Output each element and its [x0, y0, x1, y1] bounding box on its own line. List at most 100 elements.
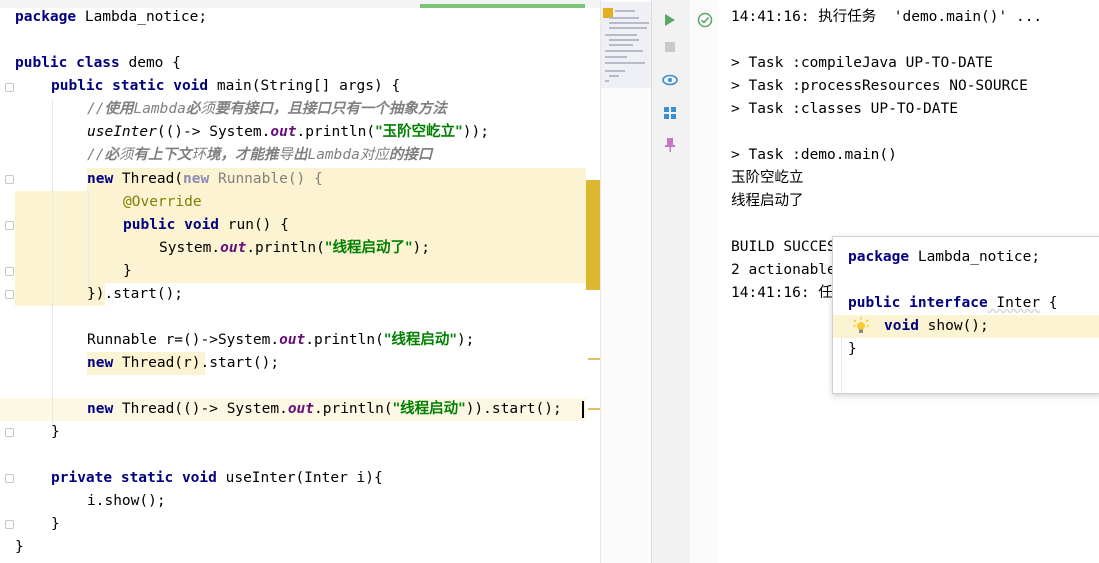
code-text: System.: [159, 240, 221, 256]
code-text: .println(: [314, 401, 393, 417]
fold-marker[interactable]: [5, 474, 14, 483]
code-line[interactable]: new Thread(r).start();: [87, 352, 279, 375]
eye-icon[interactable]: [660, 70, 680, 90]
comment-text: Lambda: [307, 147, 360, 163]
minimap-line: [605, 50, 643, 52]
annotation[interactable]: @Override: [123, 191, 202, 214]
comment-slashes: //: [87, 101, 105, 117]
code-line[interactable]: useInter(()-> System.out.println("玉阶空屹立"…: [87, 121, 489, 144]
code-text: Runnable() {: [209, 171, 323, 187]
code-line[interactable]: }).start();: [87, 283, 183, 306]
fold-marker[interactable]: [5, 175, 14, 184]
comment-text: 环: [191, 147, 206, 163]
fold-marker[interactable]: [5, 267, 14, 276]
scroll-thumb[interactable]: [586, 180, 600, 290]
code-text: Runnable r=()->System.: [87, 332, 280, 348]
keyword: package: [848, 249, 910, 265]
comment-text: 必: [185, 101, 201, 117]
console-output-line: 线程启动了: [731, 193, 804, 209]
text-caret: [582, 401, 584, 418]
static-field: out: [287, 401, 315, 417]
fold-marker[interactable]: [5, 221, 14, 230]
stripe-marker[interactable]: [588, 408, 600, 410]
code-text: {: [1040, 295, 1058, 311]
stripe-marker[interactable]: [588, 358, 600, 360]
console-output-line: 玉阶空屹立: [731, 170, 804, 186]
code-line: }: [848, 341, 857, 357]
keyword: public class: [15, 55, 120, 71]
code-text: Thread(()-> System.: [113, 401, 288, 417]
method-signature: run() {: [219, 217, 289, 233]
string-literal: "线程启动了": [324, 240, 413, 256]
string-literal: "线程启动": [392, 401, 466, 417]
interface-name: Inter: [987, 295, 1041, 311]
comment-text: 要有接口，且接口只有一个抽象方法: [214, 101, 447, 117]
method-call: useInter: [87, 124, 157, 140]
minimap-line: [605, 62, 645, 64]
code-editor[interactable]: package Lambda_notice; public class demo…: [0, 0, 600, 563]
comment-text: 境，才能推: [205, 147, 279, 163]
fold-marker[interactable]: [5, 428, 14, 437]
code-line[interactable]: private static void useInter(Inter i){: [51, 467, 383, 490]
comment-text: 出: [292, 147, 308, 163]
code-line[interactable]: public static void main(String[] args) {: [51, 75, 400, 98]
code-line[interactable]: new Thread(()-> System.out.println("线程启动…: [87, 398, 562, 421]
code-line[interactable]: public void run() {: [123, 214, 289, 237]
indent-guide: [52, 100, 53, 430]
code-text: .println(: [246, 240, 325, 256]
code-text: Thread(r).start();: [113, 355, 280, 371]
layout-icon[interactable]: [660, 103, 680, 123]
code-line[interactable]: i.show();: [87, 490, 166, 513]
code-line[interactable]: new Thread(new Runnable() {: [87, 168, 323, 191]
console-line: 14:41:16: 任: [731, 285, 833, 301]
indent-guide: [841, 337, 842, 393]
code-line[interactable]: }: [123, 260, 132, 283]
minimap-line: [609, 44, 633, 46]
code-minimap[interactable]: [600, 0, 651, 563]
fold-marker[interactable]: [5, 83, 14, 92]
keyword: new: [87, 401, 114, 417]
console-line: BUILD SUCCES: [731, 239, 836, 255]
code-line[interactable]: package Lambda_notice;: [15, 6, 207, 29]
fold-marker[interactable]: [5, 290, 14, 299]
error-stripe[interactable]: [586, 10, 600, 563]
comment-line[interactable]: //必须有上下文环境，才能推导出Lambda对应的接口: [87, 144, 432, 167]
string-literal: "线程启动": [383, 332, 457, 348]
code-line[interactable]: }: [51, 513, 60, 536]
code-line[interactable]: public class demo {: [15, 52, 181, 75]
method-signature: main(String[] args) {: [208, 78, 401, 94]
code-text: .println(: [305, 332, 384, 348]
console-line: > Task :processResources NO-SOURCE: [731, 78, 1028, 94]
pin-icon[interactable]: [660, 135, 680, 155]
quick-definition-popup[interactable]: package Lambda_notice; public interface …: [832, 236, 1099, 394]
run-status-column: [690, 0, 719, 563]
comment-text: Lambda: [133, 101, 186, 117]
console-line: 2 actionable: [731, 262, 836, 278]
code-line[interactable]: System.out.println("线程启动了");: [159, 237, 430, 260]
comment-text: 导: [278, 147, 293, 163]
minimap-line: [605, 70, 625, 72]
lightbulb-icon[interactable]: [853, 317, 869, 339]
minimap-line: [609, 22, 649, 24]
code-text: (()-> System.: [156, 124, 271, 140]
code-text: Thread(: [113, 171, 184, 187]
comment-text: 须: [200, 101, 215, 117]
comment-text: 对应: [359, 147, 389, 163]
minimap-line: [609, 17, 639, 19]
code-line[interactable]: }: [51, 421, 60, 444]
indent-guide: [88, 192, 89, 290]
fold-marker[interactable]: [5, 520, 14, 529]
minimap-line: [605, 56, 627, 58]
keyword: public void: [123, 217, 220, 233]
minimap-line: [609, 27, 647, 29]
comment-line[interactable]: //使用Lambda必须要有接口，且接口只有一个抽象方法: [87, 98, 447, 121]
string-literal: "玉阶空屹立": [375, 124, 463, 140]
success-check-icon[interactable]: [697, 12, 713, 32]
code-line[interactable]: }: [15, 536, 24, 559]
code-line[interactable]: Runnable r=()->System.out.println("线程启动"…: [87, 329, 474, 352]
keyword: private static void: [51, 470, 217, 486]
run-icon[interactable]: [660, 10, 680, 30]
static-field: out: [220, 240, 247, 256]
stop-icon[interactable]: [660, 37, 680, 57]
minimap-line: [605, 34, 637, 36]
